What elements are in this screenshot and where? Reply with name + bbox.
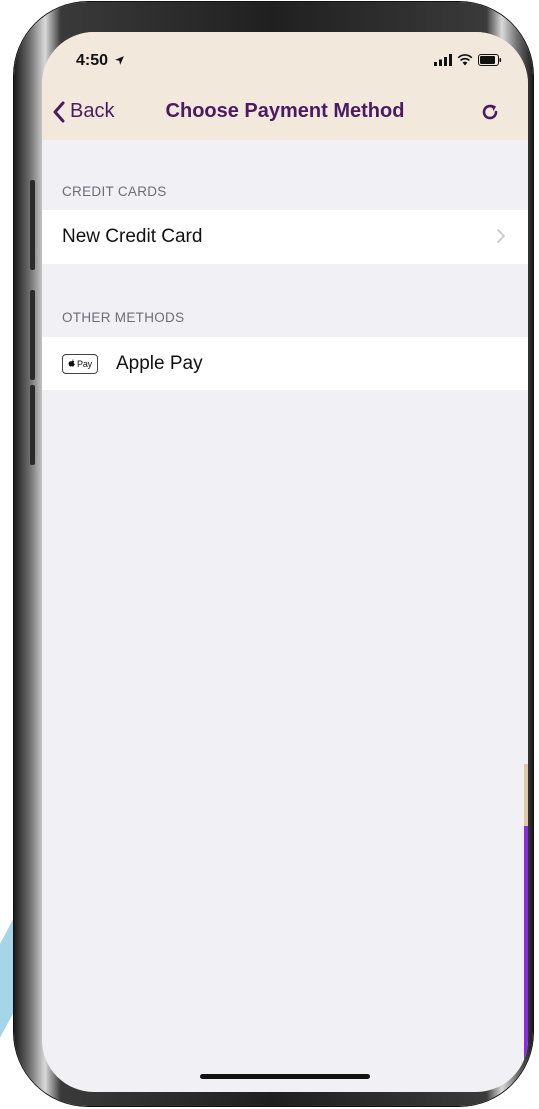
apple-pay-badge-text: Pay [77, 358, 92, 369]
new-credit-card-row[interactable]: New Credit Card [42, 210, 528, 264]
location-arrow-icon [115, 56, 125, 65]
row-label: New Credit Card [62, 226, 203, 247]
side-button [30, 385, 35, 465]
chevron-right-icon [497, 229, 505, 243]
refresh-button[interactable] [480, 102, 500, 127]
volume-down-button [30, 290, 35, 380]
apple-pay-row[interactable]: Pay Apple Pay [42, 337, 528, 390]
row-label: Apple Pay [116, 352, 203, 374]
scroll-indicator[interactable] [524, 764, 528, 1074]
navigation-header: 4:50 Back Choose Payment Method [42, 32, 528, 140]
home-indicator[interactable] [200, 1074, 370, 1079]
volume-up-button [30, 180, 35, 270]
status-time-text: 4:50 [76, 52, 109, 69]
apple-pay-icon: Pay [62, 353, 98, 374]
page-title: Choose Payment Method [165, 100, 405, 122]
status-indicators [434, 54, 502, 66]
wifi-icon [457, 54, 473, 66]
battery-icon [478, 54, 502, 66]
phone-screen: 4:50 Back Choose Payment Method CREDIT C… [42, 32, 528, 1092]
status-time: 4:50 [76, 52, 125, 70]
refresh-icon [482, 104, 498, 120]
cellular-signal-icon [434, 54, 452, 66]
stage: 4:50 Back Choose Payment Method CREDIT C… [0, 0, 539, 1109]
section-header-credit-cards: CREDIT CARDS [62, 184, 167, 199]
apple-logo-icon [68, 359, 75, 367]
section-header-other-methods: OTHER METHODS [62, 310, 185, 325]
